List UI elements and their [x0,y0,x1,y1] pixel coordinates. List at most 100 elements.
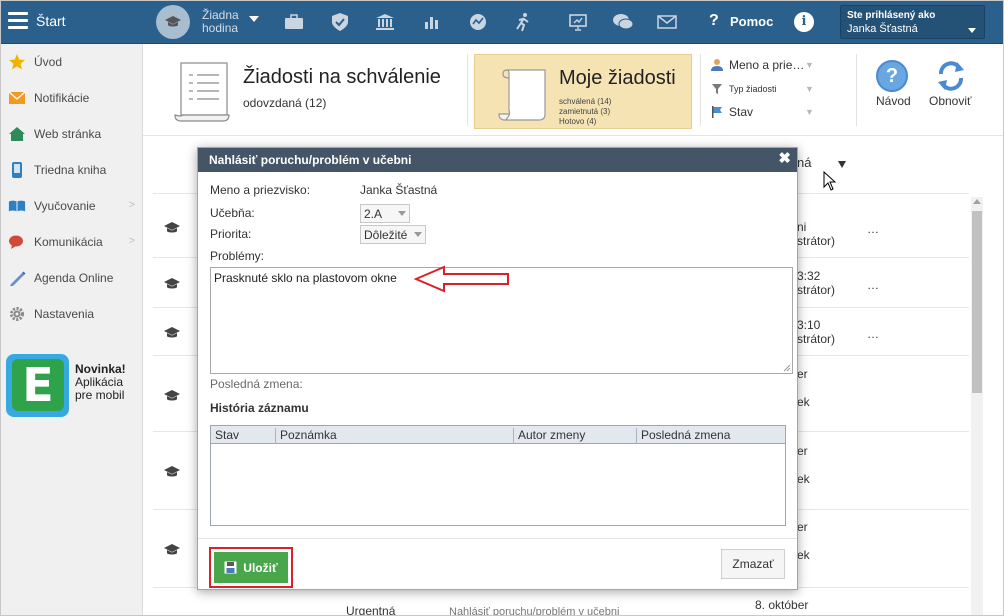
gear-icon [8,305,26,323]
start-link[interactable]: Štart [36,13,66,29]
info-icon[interactable]: i [794,12,814,32]
column-posledna-zmena[interactable]: Posledná zmena [637,428,785,444]
hamburger-menu-icon[interactable] [8,12,28,30]
chevron-down-icon[interactable] [414,232,422,237]
save-button[interactable]: Uložiť [214,552,288,583]
current-lesson-selector[interactable]: Žiadna hodina [202,9,239,35]
column-poznamka[interactable]: Poznámka [276,428,514,444]
promo-text-line-2: pre mobil [75,388,125,402]
mail-icon[interactable] [656,11,678,33]
column-stav[interactable]: Stav [211,428,276,444]
dialog-title: Nahlásiť poruchu/problém v učebni [209,153,412,167]
graduation-cap-icon[interactable] [156,5,190,39]
scrollbar-thumb[interactable] [972,211,982,393]
priority-select[interactable]: Dôležité [360,225,426,244]
room-label: Učebňa: [210,206,255,220]
user-icon [709,58,725,72]
graduation-cap-icon [164,390,180,401]
sidebar-item-vyucovanie[interactable]: Vyučovanie > [0,188,143,224]
scrollbar[interactable] [971,197,983,616]
resize-grip-icon[interactable] [783,364,791,372]
table-cell: er [797,520,808,534]
sidebar-item-agenda-online[interactable]: Agenda Online [0,260,143,296]
history-table-header: Stav Poznámka Autor zmeny Posledná zmena [211,426,785,444]
promo-title: Novinka! [75,362,126,376]
my-requests-tab[interactable]: Moje žiadosti schválená (14) zamietnutá … [474,54,692,129]
table-cell: er [797,367,808,381]
chevron-right-icon: > [128,235,135,247]
briefcase-icon[interactable] [283,11,305,33]
bar-chart-icon[interactable] [421,11,443,33]
divider [700,54,701,126]
my-requests-title: Moje žiadosti [559,67,676,89]
help-link[interactable]: Pomoc [730,14,773,29]
more-actions[interactable]: … [867,278,879,292]
divider [856,54,857,126]
graduation-cap-icon [164,544,180,555]
running-icon[interactable] [512,11,534,33]
table-cell: 3:32 [797,269,821,283]
problems-label: Problémy: [210,249,265,263]
help-icon[interactable]: ? [709,12,719,30]
sidebar-item-web-stranka[interactable]: Web stránka [0,116,143,152]
filter-state[interactable]: Stav ▼ [709,105,814,119]
column-header[interactable]: ná [797,155,811,170]
user-account-menu[interactable]: Ste prihlásený ako Janka Šťastná [840,5,985,39]
scroll-up-icon[interactable] [973,199,981,204]
name-value: Janka Šťastná [360,183,438,197]
refresh-button-label[interactable]: Obnoviť [929,94,972,108]
chat-icon[interactable] [612,11,634,33]
filter-type[interactable]: Typ žiadosti ▼ [709,82,814,96]
sidebar-item-uvod[interactable]: Úvod [0,44,143,80]
projector-icon[interactable] [567,11,589,33]
table-cell: er [797,444,808,458]
sidebar-item-label: Vyučovanie [34,199,96,213]
room-select[interactable]: 2.A [360,204,410,223]
filter-name[interactable]: Meno a prie… ▼ [709,58,814,72]
last-change-label: Posledná zmena: [210,377,303,391]
table-cell-type: Nahlásiť poruchu/problém v učebni [449,606,620,616]
chevron-down-icon[interactable] [968,28,976,33]
mouse-cursor-icon [823,171,837,191]
sidebar-item-label: Komunikácia [34,235,103,249]
column-autor[interactable]: Autor zmeny [514,428,637,444]
help-button-label[interactable]: Návod [876,94,911,108]
pending-requests-tab[interactable]: Žiadosti na schválenie [243,66,441,89]
sidebar-item-nastavenia[interactable]: Nastavenia [0,296,143,332]
table-cell: ni [797,220,807,234]
chevron-down-icon[interactable] [398,211,406,216]
flag-icon [709,105,725,119]
sort-caret-icon[interactable] [838,161,846,168]
chevron-down-icon[interactable]: ▼ [805,84,814,94]
sidebar-item-triedna-kniha[interactable]: Triedna kniha [0,152,143,188]
filter-type-label: Typ žiadosti [729,84,777,94]
star-icon [8,53,26,71]
chevron-down-icon[interactable] [249,16,259,22]
close-icon[interactable]: ✖ [778,151,791,167]
analytics-icon[interactable] [467,11,489,33]
more-actions[interactable]: … [867,327,879,341]
pen-icon [8,269,26,287]
more-actions[interactable]: … [867,222,879,236]
chevron-down-icon[interactable]: ▼ [805,107,814,117]
help-question-icon[interactable]: ? [876,60,908,92]
room-select-value: 2.A [364,207,383,221]
shield-icon[interactable] [329,11,351,33]
sidebar-item-notifikacie[interactable]: Notifikácie [0,80,143,116]
sidebar: Úvod Notifikácie Web stránka Triedna kni… [0,44,143,616]
table-cell: ek [797,395,810,409]
problems-text: Prasknuté sklo na plastovom okne [214,271,397,285]
scroll-document-icon [498,69,546,121]
delete-button[interactable]: Zmazať [721,549,785,579]
table-cell: strátor) [797,332,836,346]
table-cell: 3:10 [797,318,821,332]
bank-icon[interactable] [374,11,396,33]
refresh-icon[interactable] [933,58,969,94]
chevron-down-icon[interactable]: ▼ [805,60,814,70]
mobile-app-promo[interactable]: E Novinka! Aplikácia pre mobil [6,352,138,418]
filter-state-label: Stav [729,105,754,119]
funnel-icon [709,82,725,96]
table-cell: strátor) [797,283,836,297]
sidebar-item-komunikacia[interactable]: Komunikácia > [0,224,143,260]
book-icon [8,197,26,215]
